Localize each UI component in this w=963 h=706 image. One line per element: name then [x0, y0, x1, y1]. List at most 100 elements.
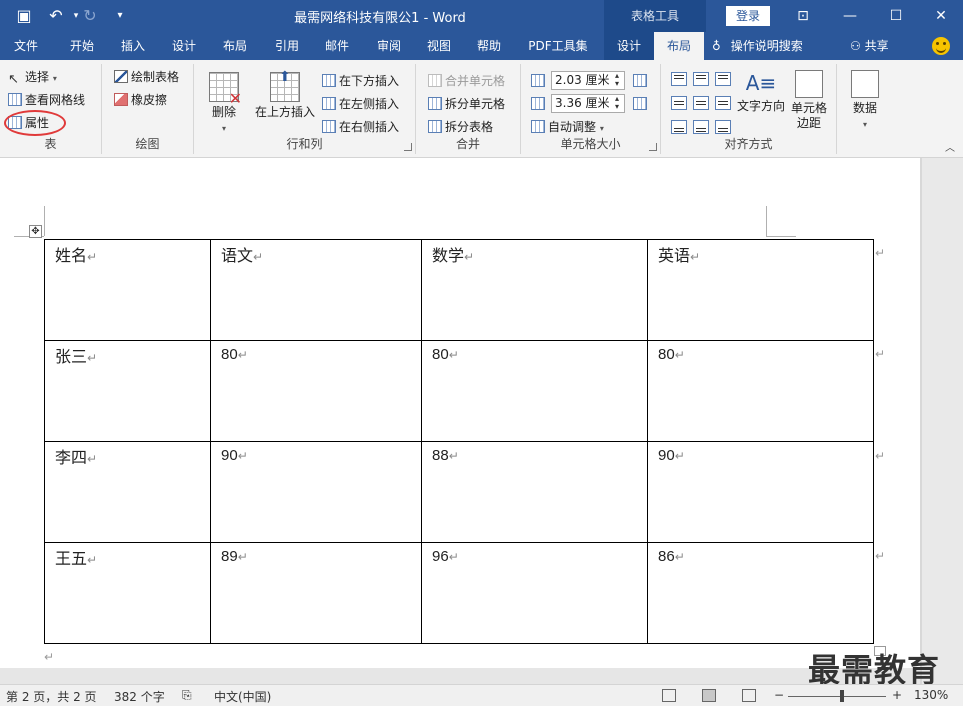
language[interactable]: 中文(中国) — [214, 688, 271, 705]
column-width-input[interactable]: 3.36 厘米 — [551, 94, 625, 113]
table-cell[interactable]: 姓名↵ — [44, 239, 211, 341]
redo-icon[interactable]: ↻ — [80, 6, 100, 26]
tab-review[interactable]: 审阅 — [368, 32, 410, 60]
margin-mark-right-h — [766, 236, 796, 237]
table-cell[interactable]: 英语↵ — [647, 239, 874, 341]
align-bottom-left-icon[interactable] — [671, 120, 687, 134]
tab-mailings[interactable]: 邮件 — [316, 32, 358, 60]
feedback-smiley-icon[interactable] — [932, 37, 950, 55]
text-direction-button[interactable]: A≡ 文字方向 — [735, 70, 787, 114]
undo-icon[interactable]: ↶ — [46, 6, 66, 26]
align-center-icon[interactable] — [693, 96, 709, 110]
tab-help[interactable]: 帮助 — [468, 32, 510, 60]
save-icon[interactable]: ▣ — [14, 6, 34, 26]
zoom-out-button[interactable]: − — [774, 688, 784, 702]
group-label-table: 表 — [44, 137, 57, 151]
collapse-ribbon-icon[interactable]: ︿ — [945, 139, 955, 154]
table-cell[interactable]: 90↵ — [647, 441, 874, 543]
tab-references[interactable]: 引用 — [266, 32, 308, 60]
table-cell[interactable]: 86↵ — [647, 542, 874, 644]
tab-view[interactable]: 视图 — [418, 32, 460, 60]
align-top-left-icon[interactable] — [671, 72, 687, 86]
tab-table-layout[interactable]: 布局 — [654, 32, 704, 60]
zoom-in-button[interactable]: + — [892, 688, 902, 702]
data-button[interactable]: 数据 ▾ — [843, 70, 887, 132]
proofing-icon[interactable]: ⎘ — [182, 688, 192, 703]
eraser-button[interactable]: 橡皮擦 — [114, 91, 167, 109]
web-layout-icon[interactable] — [742, 689, 756, 702]
table-cell[interactable]: 王五↵ — [44, 542, 211, 644]
tab-layout[interactable]: 布局 — [214, 32, 256, 60]
insert-below-button[interactable]: 在下方插入 — [322, 72, 399, 90]
tab-home[interactable]: 开始 — [60, 32, 104, 60]
align-center-left-icon[interactable] — [671, 96, 687, 110]
draw-table-button[interactable]: 绘制表格 — [114, 68, 179, 86]
table-cell[interactable]: 80↵ — [647, 340, 874, 442]
select-button[interactable]: 选择 ▾ — [8, 68, 57, 88]
align-top-center-icon[interactable] — [693, 72, 709, 86]
row-height-input[interactable]: 2.03 厘米 — [551, 71, 625, 90]
split-cells-button[interactable]: 拆分单元格 — [428, 95, 505, 113]
split-table-button[interactable]: 拆分表格 — [428, 118, 493, 136]
align-center-right-icon[interactable] — [715, 96, 731, 110]
table-cell[interactable]: 89↵ — [210, 542, 422, 644]
align-top-right-icon[interactable] — [715, 72, 731, 86]
share-button[interactable]: ⚇ 共享 — [850, 32, 889, 60]
margin-mark-right — [766, 206, 767, 236]
table-cell[interactable]: 90↵ — [210, 441, 422, 543]
insert-right-button[interactable]: 在右侧插入 — [322, 118, 399, 136]
tab-file[interactable]: 文件 — [6, 32, 46, 60]
align-bottom-right-icon[interactable] — [715, 120, 731, 134]
zoom-level[interactable]: 130% — [914, 688, 948, 702]
row-height-icon — [531, 74, 545, 87]
table-cell[interactable]: 96↵ — [421, 542, 648, 644]
cursor-icon — [8, 70, 22, 83]
insert-above-button[interactable]: 在上方插入 — [252, 70, 318, 120]
insert-left-button[interactable]: 在左侧插入 — [322, 95, 399, 113]
page-count[interactable]: 第 2 页，共 2 页 — [6, 688, 97, 705]
print-layout-icon[interactable] — [702, 689, 716, 702]
table-row: 姓名↵ 语文↵ 数学↵ 英语↵ — [44, 239, 874, 341]
word-count[interactable]: 382 个字 — [114, 688, 165, 705]
table-cell[interactable]: 数学↵ — [421, 239, 648, 341]
zoom-slider-track[interactable] — [788, 696, 886, 697]
ribbon-display-icon[interactable]: ⊡ — [783, 0, 823, 32]
ribbon: 选择 ▾ 查看网格线 属性 表 绘制表格 橡皮擦 绘图 删除▾ 在上方插入 在下… — [0, 60, 963, 158]
table-cell[interactable]: 语文↵ — [210, 239, 422, 341]
delete-button[interactable]: 删除▾ — [204, 72, 244, 136]
table-cell[interactable]: 88↵ — [421, 441, 648, 543]
document-page[interactable]: ✥ 姓名↵ 语文↵ 数学↵ 英语↵ 张三↵ 80↵ 80↵ 80↵ 李四↵ 90… — [0, 158, 920, 668]
tab-design[interactable]: 设计 — [162, 32, 206, 60]
group-label-rows-columns: 行和列 — [286, 137, 323, 151]
cell-size-launcher-icon[interactable] — [649, 143, 657, 151]
merge-cells-button[interactable]: 合并单元格 — [428, 72, 505, 90]
tab-insert[interactable]: 插入 — [112, 32, 154, 60]
maximize-icon[interactable]: ☐ — [876, 0, 916, 32]
login-button[interactable]: 登录 — [726, 6, 770, 26]
delete-table-icon — [209, 72, 242, 106]
table-cell[interactable]: 80↵ — [210, 340, 422, 442]
table-cell[interactable]: 张三↵ — [44, 340, 211, 442]
align-bottom-center-icon[interactable] — [693, 120, 709, 134]
tab-pdf-tools[interactable]: PDF工具集 — [522, 32, 594, 60]
distribute-columns-icon[interactable] — [633, 97, 647, 110]
tab-table-design[interactable]: 设计 — [604, 32, 654, 60]
table-move-handle-icon[interactable]: ✥ — [29, 225, 42, 238]
rows-columns-launcher-icon[interactable] — [404, 143, 412, 151]
close-icon[interactable]: ✕ — [921, 0, 961, 32]
table-cell[interactable]: 80↵ — [421, 340, 648, 442]
cell-margins-button[interactable]: 单元格 边距 — [787, 70, 831, 131]
table-cell[interactable]: 李四↵ — [44, 441, 211, 543]
group-alignment: A≡ 文字方向 单元格 边距 对齐方式 — [661, 64, 837, 154]
distribute-rows-icon[interactable] — [633, 74, 647, 87]
view-gridlines-button[interactable]: 查看网格线 — [8, 91, 85, 109]
read-mode-icon[interactable] — [662, 689, 676, 702]
text-direction-icon: A≡ — [745, 71, 777, 95]
vertical-scrollbar[interactable] — [920, 158, 963, 684]
group-table: 选择 ▾ 查看网格线 属性 表 — [0, 64, 102, 154]
zoom-slider-thumb[interactable] — [840, 690, 844, 702]
tell-me-search[interactable]: ♁ 操作说明搜索 — [712, 32, 803, 60]
group-cell-size: 2.03 厘米 3.36 厘米 自动调整 ▾ 单元格大小 — [521, 64, 661, 154]
minimize-icon[interactable]: — — [830, 0, 870, 32]
customize-toolbar-icon[interactable]: ▾ — [110, 6, 130, 26]
